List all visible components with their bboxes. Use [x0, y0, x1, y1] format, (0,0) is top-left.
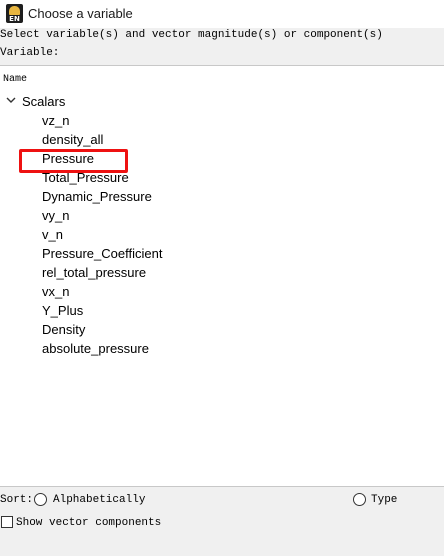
variable-tree[interactable]: Name Scalars vz_n density_all Pressure T…: [0, 65, 444, 487]
show-vector-components-label[interactable]: Show vector components: [16, 517, 161, 530]
sort-type-radio[interactable]: [353, 493, 366, 506]
tree-item-vy-n[interactable]: vy_n: [42, 206, 69, 225]
tree-item-vz-n[interactable]: vz_n: [42, 111, 69, 130]
tree-item-dynamic-pressure[interactable]: Dynamic_Pressure: [42, 187, 152, 206]
tree-item-total-pressure[interactable]: Total_Pressure: [42, 168, 129, 187]
sort-label: Sort:: [0, 494, 34, 506]
tree-item-vx-n[interactable]: vx_n: [42, 282, 69, 301]
prompt-text: Select variable(s) and vector magnitude(…: [0, 29, 383, 41]
tree-item-absolute-pressure[interactable]: absolute_pressure: [42, 339, 149, 358]
variable-label: Variable:: [0, 47, 60, 59]
sort-alphabetically-radio[interactable]: [34, 493, 47, 506]
tree-item-y-plus[interactable]: Y_Plus: [42, 301, 83, 320]
chevron-down-icon[interactable]: [6, 95, 16, 105]
tree-group-scalars[interactable]: Scalars: [0, 92, 300, 111]
tree-item-pressure-coefficient[interactable]: Pressure_Coefficient: [42, 244, 162, 263]
tree-item-density[interactable]: Density: [42, 320, 85, 339]
tree-item-v-n[interactable]: v_n: [42, 225, 63, 244]
sort-type-label[interactable]: Type: [371, 494, 397, 507]
column-header-name[interactable]: Name: [3, 74, 27, 86]
tree-item-density-all[interactable]: density_all: [42, 130, 103, 149]
app-logo-icon: EN: [6, 4, 23, 23]
window-title: Choose a variable: [28, 6, 133, 21]
tree-item-rel-total-pressure[interactable]: rel_total_pressure: [42, 263, 146, 282]
sort-alphabetically-label[interactable]: Alphabetically: [53, 494, 145, 507]
title-bar: EN Choose a variable: [0, 0, 444, 28]
tree-group-label: Scalars: [22, 94, 66, 109]
show-vector-components-checkbox[interactable]: [1, 516, 13, 528]
app-logo-text: EN: [9, 15, 20, 23]
tree-item-pressure[interactable]: Pressure: [42, 149, 94, 168]
